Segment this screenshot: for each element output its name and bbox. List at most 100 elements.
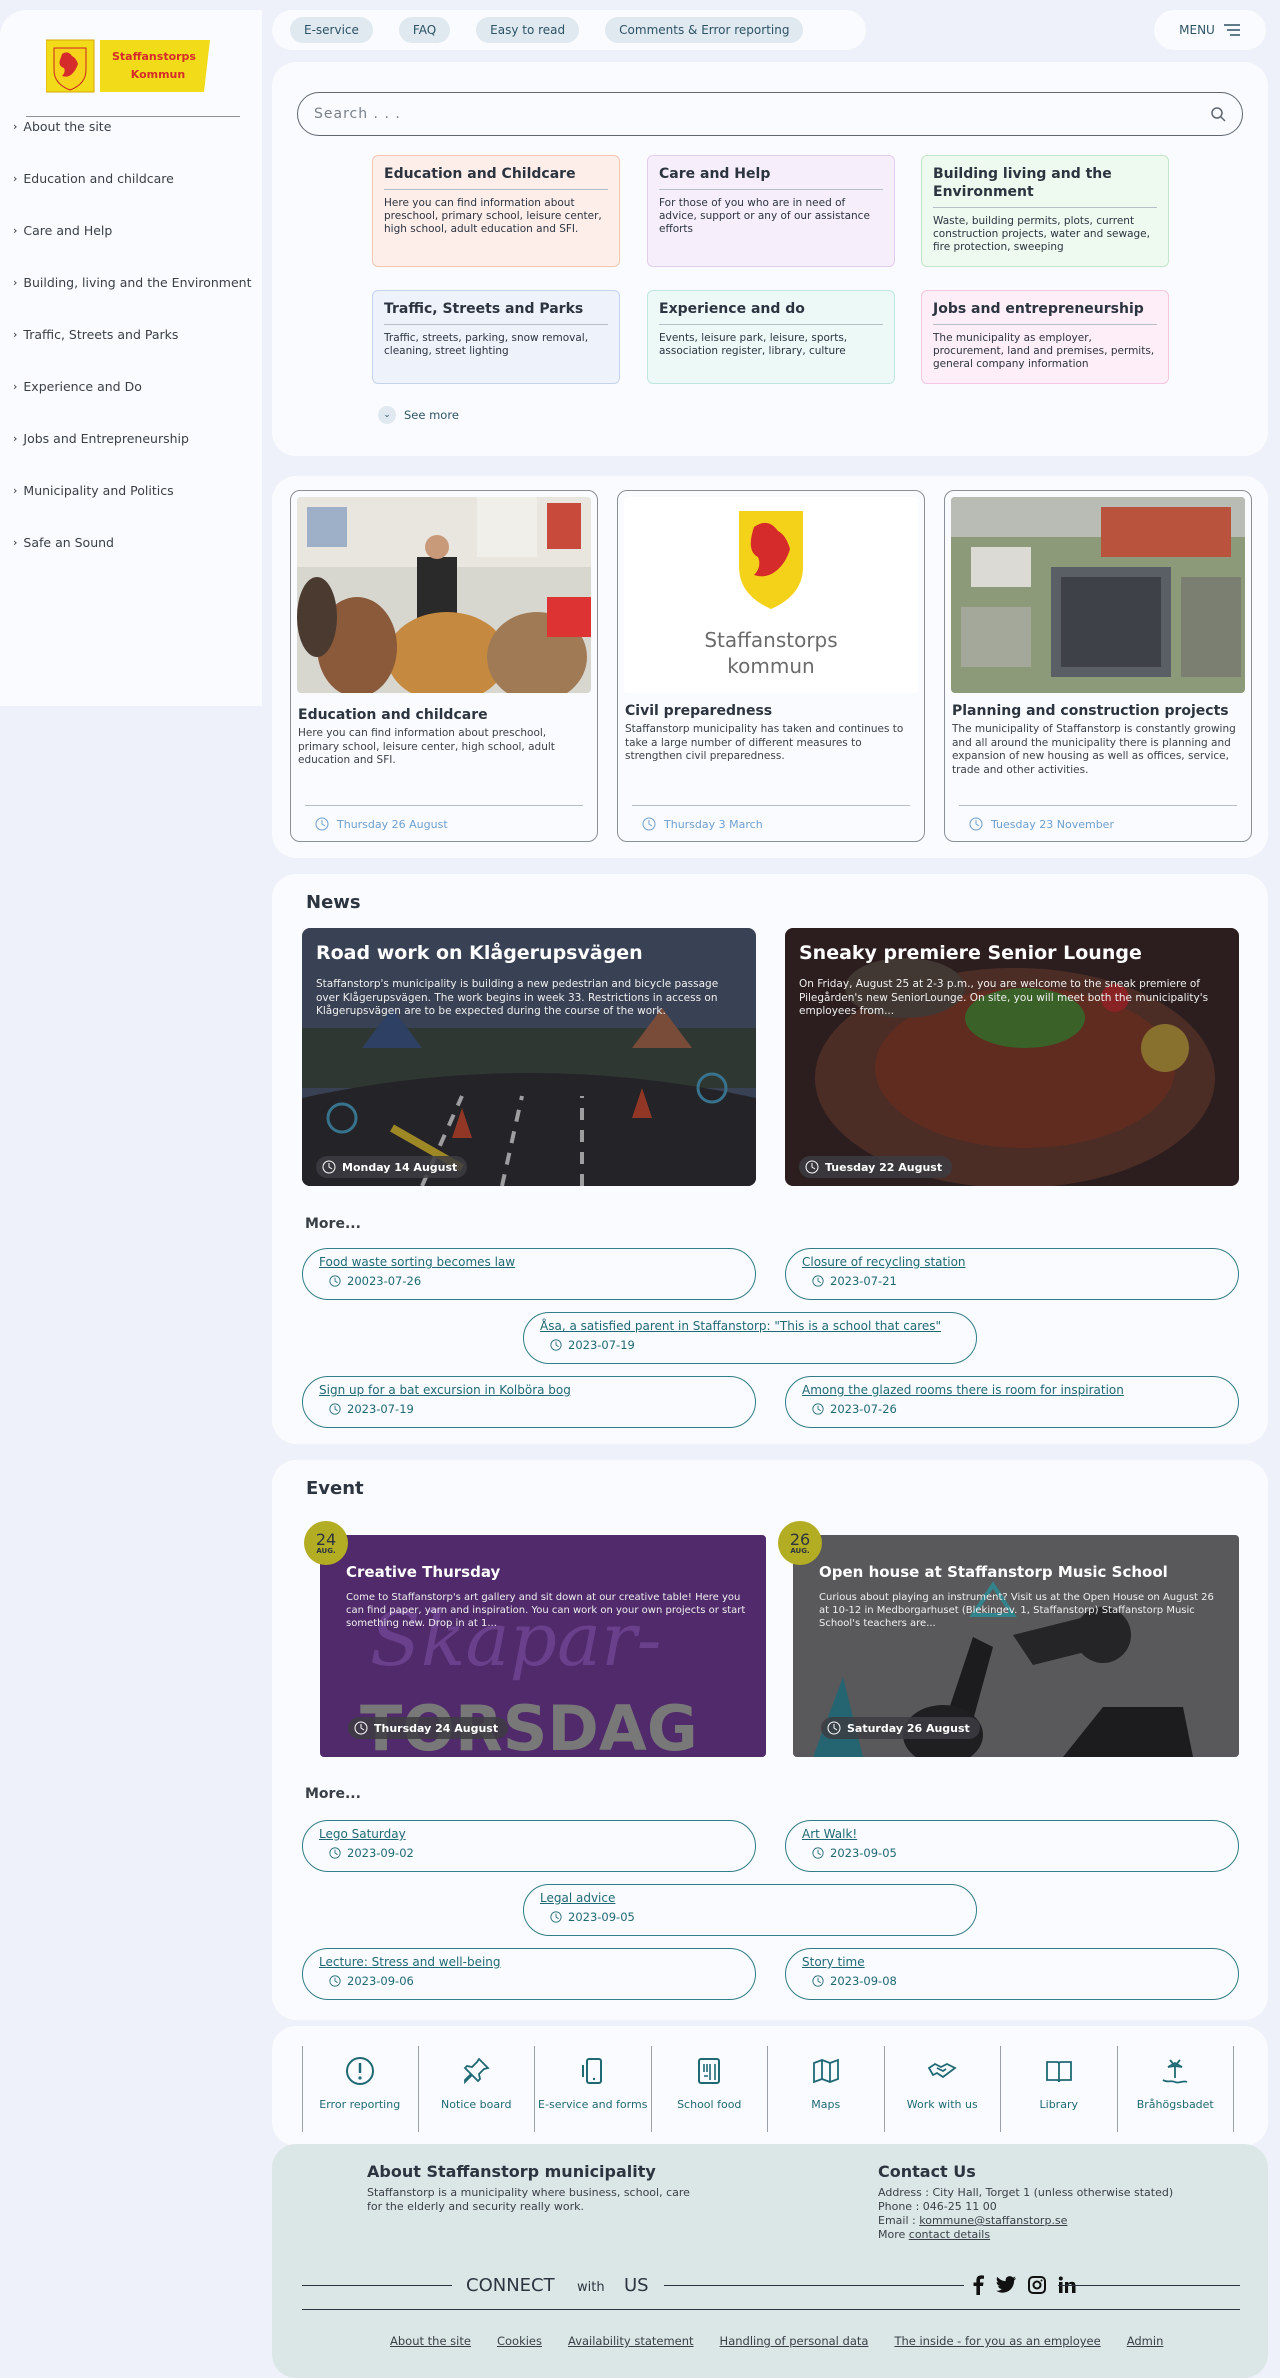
category-title: Traffic, Streets and Parks [384,300,608,325]
contact-title: Contact Us [878,2162,976,2181]
more-link-item[interactable]: Åsa, a satisfied parent in Staffanstorp:… [523,1312,977,1364]
island-icon [1160,2056,1190,2090]
more-link-title[interactable]: Åsa, a satisfied parent in Staffanstorp:… [540,1319,976,1333]
more-link-item[interactable]: Lego Saturday 2023-09-02 [302,1820,756,1872]
news-card-senior-lounge[interactable]: Sneaky premiere Senior Lounge On Friday,… [785,928,1239,1186]
quicklink-menu[interactable]: School food [652,2046,768,2132]
more-link-item[interactable]: Among the glazed rooms there is room for… [785,1376,1239,1428]
clock-icon [812,1403,824,1415]
facebook-icon[interactable] [972,2275,984,2295]
category-text: The municipality as employer, procuremen… [933,332,1155,370]
event-card-music-school[interactable]: Open house at Staffanstorp Music School … [793,1535,1239,1757]
more-link-item[interactable]: Art Walk! 2023-09-05 [785,1820,1239,1872]
sidebar-item[interactable]: › Care and Help [13,220,112,240]
quicklink-label: Library [1039,2098,1078,2111]
more-link-title[interactable]: Legal advice [540,1891,976,1905]
menu-button[interactable]: MENU [1154,10,1266,50]
topnav-e-service[interactable]: E-service [290,17,373,43]
more-link-title[interactable]: Art Walk! [802,1827,1238,1841]
category-card[interactable]: Care and Help For those of you who are in… [647,155,895,267]
featured-card-education[interactable]: Education and childcare Here you can fin… [290,490,598,842]
sidebar-item[interactable]: › Traffic, Streets and Parks [13,324,178,344]
quicklink-island[interactable]: Bråhögsbadet [1118,2046,1234,2132]
footer-link-about[interactable]: About the site [390,2334,471,2348]
quicklink-handshake[interactable]: Work with us [885,2046,1001,2132]
more-link-item[interactable]: Sign up for a bat excursion in Kolböra b… [302,1376,756,1428]
more-link-item[interactable]: Food waste sorting becomes law 20023-07-2… [302,1248,756,1300]
featured-card-civil-preparedness[interactable]: Staffanstorps kommun Civil preparedness … [617,490,925,842]
search-input[interactable]: Search . . . [297,92,1243,136]
quicklink-pin[interactable]: Notice board [419,2046,535,2132]
more-link-title[interactable]: Lego Saturday [319,1827,755,1841]
news-card-road-work[interactable]: Road work on Klågerupsvägen Staffanstorp… [302,928,756,1186]
more-link-title[interactable]: Sign up for a bat excursion in Kolböra b… [319,1383,755,1397]
sidebar-item-label: Municipality and Politics [23,482,174,498]
date-label: 2023-07-21 [830,1274,897,1288]
category-title: Care and Help [659,165,883,190]
see-more-link[interactable]: ⌄ See more [378,406,459,424]
more-link-item[interactable]: Lecture: Stress and well-being 2023-09-06 [302,1948,756,2000]
footer-link-inside[interactable]: The inside - for you as an employee [894,2334,1100,2348]
sidebar-item[interactable]: › Building, living and the Environment [13,272,252,292]
more-link-item[interactable]: Closure of recycling station 2023-07-21 [785,1248,1239,1300]
email-link[interactable]: kommune@staffanstorp.se [919,2214,1067,2227]
topnav-faq[interactable]: FAQ [398,17,451,43]
featured-card-planning[interactable]: Planning and construction projects The m… [944,490,1252,842]
sidebar-item-label: Traffic, Streets and Parks [23,326,179,342]
featured-text: Here you can find information about pres… [298,727,555,766]
more-link-title[interactable]: Food waste sorting becomes law [319,1255,755,1269]
more-link-title[interactable]: Among the glazed rooms there is room for… [802,1383,1238,1397]
quicklink-map[interactable]: Maps [768,2046,885,2132]
svg-text:kommun: kommun [727,654,814,678]
twitter-icon[interactable] [996,2276,1016,2294]
date-label: 20023-07-26 [347,1274,422,1288]
featured-text: The municipality of Staffanstorp is cons… [952,723,1236,776]
category-card[interactable]: Experience and do Events, leisure park, l… [647,290,895,384]
municipality-logo[interactable]: Staffanstorps Kommun [45,38,212,108]
event-card-creative-thursday[interactable]: Skapar- TORSDAG Creative Thursday Come t… [320,1535,766,1757]
footer-link-availability[interactable]: Availability statement [568,2334,694,2348]
footer-link-admin[interactable]: Admin [1127,2334,1164,2348]
clock-icon [354,1721,368,1735]
category-text: For those of you who are in need of advi… [659,197,870,235]
more-link-title[interactable]: Closure of recycling station [802,1255,1238,1269]
more-link-item[interactable]: Legal advice 2023-09-05 [523,1884,977,1936]
hamburger-icon [1223,24,1240,36]
category-card[interactable]: Building living and the Environment Waste… [921,155,1169,267]
sidebar-item[interactable]: › Experience and Do [13,376,142,396]
more-link-date: 2023-07-26 [802,1402,1238,1416]
sidebar-item[interactable]: › Safe an Sound [13,532,114,552]
chevron-right-icon: › [13,483,18,497]
more-link-title[interactable]: Lecture: Stress and well-being [319,1955,755,1969]
footer-link-cookies[interactable]: Cookies [497,2334,542,2348]
sidebar-item[interactable]: › Jobs and Entrepreneurship [13,428,189,448]
sidebar-item[interactable]: › Municipality and Politics [13,480,174,500]
category-card[interactable]: Jobs and entrepreneurship The municipalit… [921,290,1169,384]
more-link-title[interactable]: Story time [802,1955,1238,1969]
category-card[interactable]: Education and Childcare Here you can find… [372,155,620,267]
featured-date: Tuesday 23 November [969,817,1114,831]
more-link-date: 2023-09-05 [802,1846,1238,1860]
quicklink-phone[interactable]: E-service and forms [535,2046,652,2132]
event-excerpt: Curious about playing an instrument? Vis… [819,1592,1214,1629]
search-icon[interactable] [1210,106,1226,122]
divider [305,805,583,806]
more-link-item[interactable]: Story time 2023-09-08 [785,1948,1239,2000]
quicklink-book[interactable]: Library [1001,2046,1118,2132]
events-heading: Event [306,1478,364,1499]
category-card[interactable]: Traffic, Streets and Parks Traffic, stree… [372,290,620,384]
chevron-right-icon: › [13,171,18,185]
contact-details-link[interactable]: contact details [909,2228,990,2241]
handshake-icon [927,2056,957,2090]
more-link-date: 2023-07-21 [802,1274,1238,1288]
clock-icon [315,817,329,831]
instagram-icon[interactable] [1028,2276,1046,2294]
sidebar-item[interactable]: › About the site [13,116,111,136]
sidebar-item[interactable]: › Education and childcare [13,168,174,188]
about-title: About Staffanstorp municipality [367,2162,656,2181]
topnav-comments-error[interactable]: Comments & Error reporting [605,17,804,43]
chevron-right-icon: › [13,327,18,341]
footer-link-personal-data[interactable]: Handling of personal data [720,2334,869,2348]
topnav-easy-to-read[interactable]: Easy to read [476,17,580,43]
quicklink-exclamation[interactable]: Error reporting [302,2046,419,2132]
